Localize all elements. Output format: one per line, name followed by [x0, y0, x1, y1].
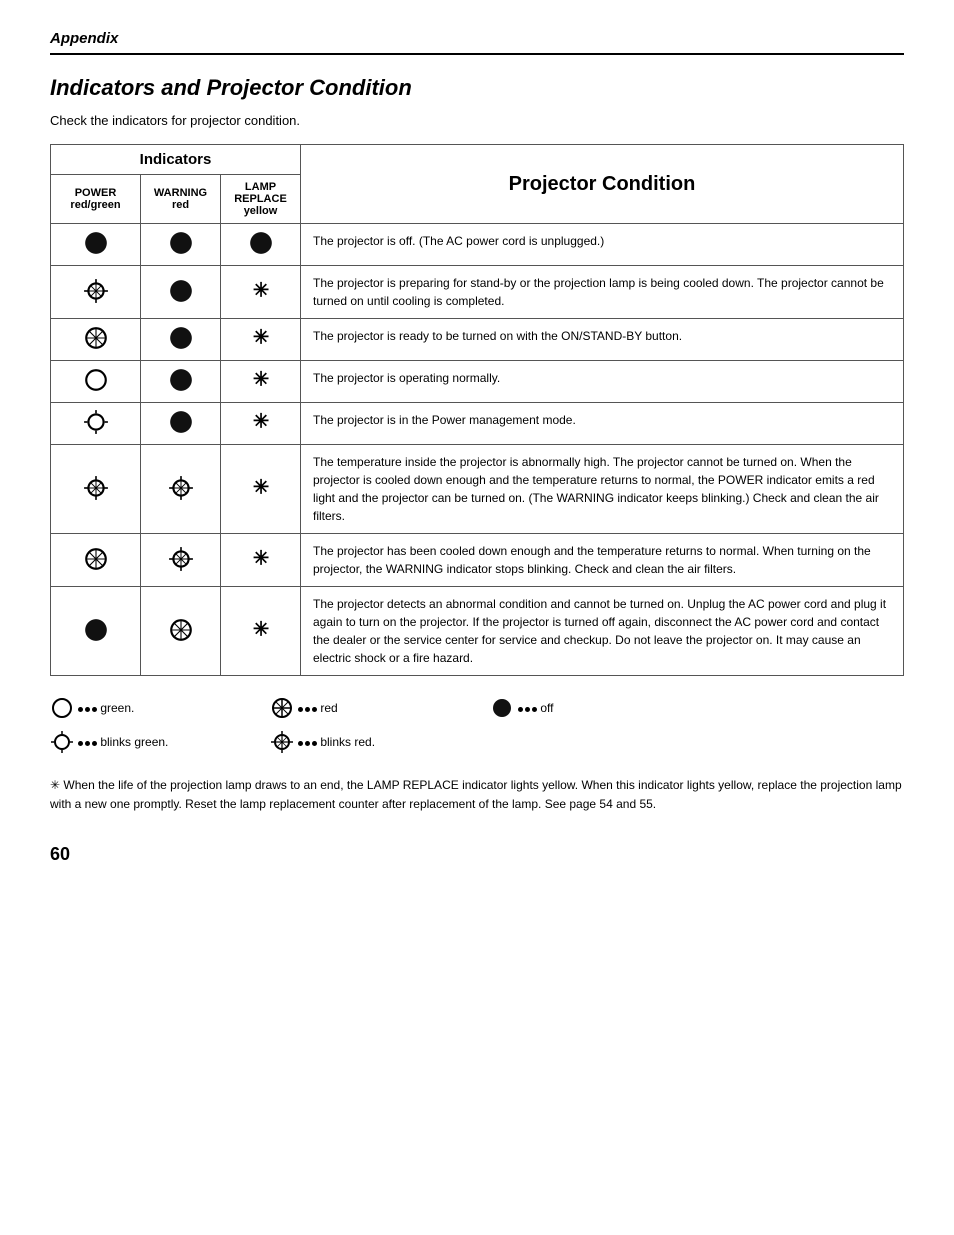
appendix-header: Appendix [50, 30, 904, 55]
legend-green-dots: green. [78, 701, 134, 715]
footnote-symbol: ✳ [50, 778, 60, 792]
warning-col-header: WARNING red [141, 175, 221, 224]
section-title: Indicators and Projector Condition [50, 75, 904, 101]
row-1-condition: The projector is preparing for stand-by … [301, 266, 904, 319]
table-row: The projector is off. (The AC power cord… [51, 224, 904, 266]
table-row: ✳ The projector is operating normally. [51, 361, 904, 403]
svg-text:✳: ✳ [252, 368, 269, 390]
open-circle-icon [50, 696, 74, 720]
filled-circle-icon [490, 696, 514, 720]
row-7-lamp: ✳ [221, 587, 301, 676]
row-1-warning [141, 266, 221, 319]
table-row: ✳ The projector detects an abnormal condi… [51, 587, 904, 676]
legend-blink-green-dots: blinks green. [78, 735, 168, 749]
row-7-condition: The projector detects an abnormal condit… [301, 587, 904, 676]
svg-text:✳: ✳ [252, 279, 269, 301]
svg-text:✳: ✳ [252, 476, 269, 498]
svg-text:✳: ✳ [252, 326, 269, 348]
row-5-lamp: ✳ [221, 445, 301, 534]
table-row: ✳ The projector is ready to be turned on … [51, 319, 904, 361]
row-1-power [51, 266, 141, 319]
legend-row-1: green. red off [50, 696, 904, 720]
row-2-power [51, 319, 141, 361]
row-5-power [51, 445, 141, 534]
table-row: ✳ The projector has been cooled down enou… [51, 534, 904, 587]
footnote: ✳ When the life of the projection lamp d… [50, 776, 904, 814]
row-0-lamp [221, 224, 301, 266]
legend-red-dots: red [298, 701, 338, 715]
legend-blink-green: blinks green. [50, 730, 270, 754]
blink-red-icon [270, 730, 294, 754]
row-7-warning [141, 587, 221, 676]
table-row: ✳ The projector is preparing for stand-by… [51, 266, 904, 319]
row-6-lamp: ✳ [221, 534, 301, 587]
legend-green: green. [50, 696, 270, 720]
row-5-warning [141, 445, 221, 534]
footnote-text: When the life of the projection lamp dra… [50, 778, 902, 811]
row-4-lamp: ✳ [221, 403, 301, 445]
row-3-warning [141, 361, 221, 403]
indicators-header: Indicators [51, 145, 301, 175]
row-6-condition: The projector has been cooled down enoug… [301, 534, 904, 587]
row-1-lamp: ✳ [221, 266, 301, 319]
row-6-warning [141, 534, 221, 587]
legend-off: off [490, 696, 710, 720]
row-2-condition: The projector is ready to be turned on w… [301, 319, 904, 361]
row-0-warning [141, 224, 221, 266]
row-3-lamp: ✳ [221, 361, 301, 403]
row-4-power [51, 403, 141, 445]
intro-text: Check the indicators for projector condi… [50, 113, 904, 128]
hatch-circle-icon [270, 696, 294, 720]
legend-row-2: blinks green. blinks red. [50, 730, 904, 754]
row-0-power [51, 224, 141, 266]
row-7-power [51, 587, 141, 676]
blink-green-icon [50, 730, 74, 754]
row-4-condition: The projector is in the Power management… [301, 403, 904, 445]
table-row: ✳ The projector is in the Power managemen… [51, 403, 904, 445]
legend-red: red [270, 696, 490, 720]
row-3-power [51, 361, 141, 403]
lamp-col-header: LAMP REPLACE yellow [221, 175, 301, 224]
table-row: ✳ The temperature inside the projector is… [51, 445, 904, 534]
legend-blink-red-dots: blinks red. [298, 735, 375, 749]
svg-text:✳: ✳ [252, 618, 269, 640]
indicators-table: Indicators Projector Condition POWER red… [50, 144, 904, 676]
appendix-label: Appendix [50, 30, 118, 47]
row-0-condition: The projector is off. (The AC power cord… [301, 224, 904, 266]
legend: green. red off [50, 696, 904, 760]
svg-text:✳: ✳ [252, 410, 269, 432]
row-5-condition: The temperature inside the projector is … [301, 445, 904, 534]
row-2-lamp: ✳ [221, 319, 301, 361]
power-col-header: POWER red/green [51, 175, 141, 224]
row-4-warning [141, 403, 221, 445]
legend-off-dots: off [518, 701, 553, 715]
svg-text:✳: ✳ [252, 547, 269, 569]
legend-blink-red: blinks red. [270, 730, 490, 754]
row-2-warning [141, 319, 221, 361]
row-3-condition: The projector is operating normally. [301, 361, 904, 403]
projector-condition-header: Projector Condition [301, 145, 904, 224]
row-6-power [51, 534, 141, 587]
page-number: 60 [50, 844, 904, 865]
